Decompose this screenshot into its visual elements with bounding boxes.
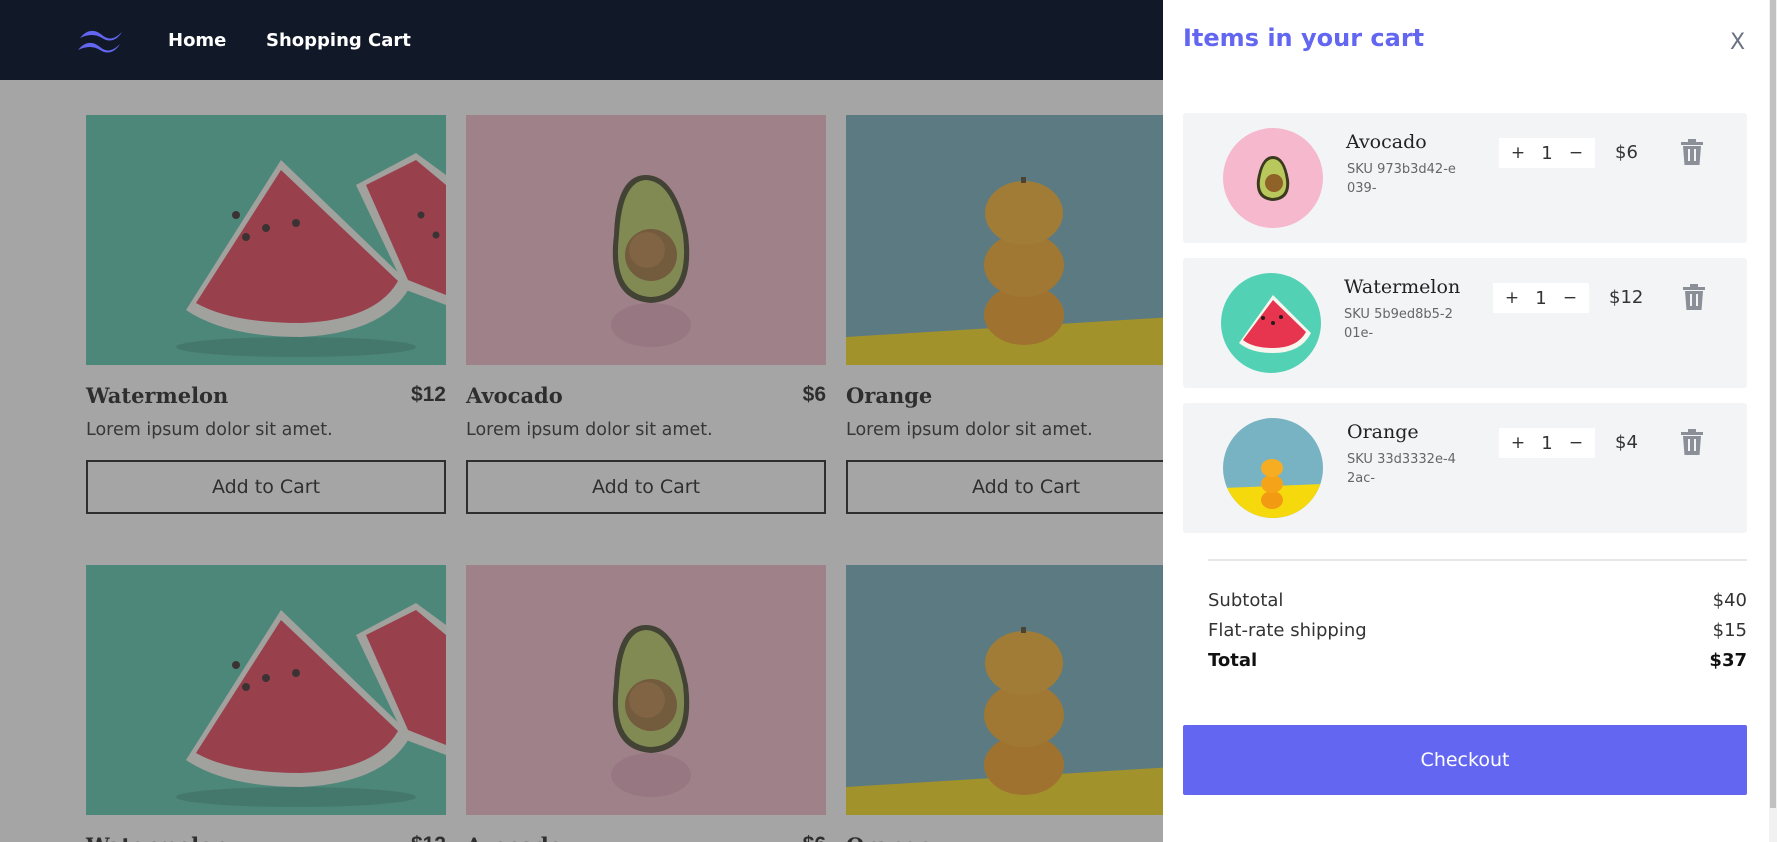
shipping-value: $15	[1712, 620, 1747, 641]
shipping-label: Flat-rate shipping	[1208, 620, 1367, 641]
checkout-button[interactable]: Checkout	[1183, 725, 1747, 795]
decrease-quantity-button[interactable]: −	[1567, 433, 1585, 453]
quantity-stepper: + 1 −	[1499, 428, 1595, 458]
modal-backdrop[interactable]	[0, 80, 1163, 842]
cart-item-sku: SKU 33d3332e-42ac-	[1347, 452, 1456, 486]
cart-item: Avocado SKU 973b3d42-e039- + 1 − $6	[1183, 113, 1747, 243]
summary-divider	[1208, 559, 1747, 561]
quantity-value[interactable]: 1	[1541, 143, 1552, 164]
quantity-stepper: + 1 −	[1499, 138, 1595, 168]
cart-item-name: Watermelon	[1344, 276, 1461, 298]
cart-item-sku: SKU 973b3d42-e039-	[1347, 162, 1456, 196]
increase-quantity-button[interactable]: +	[1503, 288, 1521, 308]
quantity-value[interactable]: 1	[1535, 288, 1546, 309]
avocado-thumbnail	[1223, 128, 1323, 228]
cart-item-sku: SKU 5b9ed8b5-201e-	[1344, 307, 1453, 341]
cart-item-price: $6	[1615, 142, 1638, 163]
decrease-quantity-button[interactable]: −	[1567, 143, 1585, 163]
watermelon-thumbnail	[1221, 273, 1321, 373]
close-icon[interactable]: X	[1730, 30, 1745, 55]
nav-home-link[interactable]: Home	[168, 30, 226, 51]
cart-item: Watermelon SKU 5b9ed8b5-201e- + 1 − $12	[1183, 258, 1747, 388]
quantity-value[interactable]: 1	[1541, 433, 1552, 454]
decrease-quantity-button[interactable]: −	[1561, 288, 1579, 308]
total-label: Total	[1208, 650, 1258, 671]
trash-icon[interactable]	[1680, 429, 1704, 455]
quantity-stepper: + 1 −	[1493, 283, 1589, 313]
nav-shopping-cart-link[interactable]: Shopping Cart	[266, 30, 411, 51]
total-value: $37	[1709, 650, 1747, 671]
subtotal-label: Subtotal	[1208, 590, 1284, 611]
scrollbar-thumb[interactable]	[1770, 0, 1776, 808]
increase-quantity-button[interactable]: +	[1509, 433, 1527, 453]
cart-item-name: Avocado	[1346, 131, 1427, 153]
cart-item-name: Orange	[1347, 421, 1419, 443]
trash-icon[interactable]	[1682, 284, 1706, 310]
cart-item: Orange SKU 33d3332e-42ac- + 1 − $4	[1183, 403, 1747, 533]
cart-item-price: $12	[1609, 287, 1644, 308]
cart-drawer: Items in your cart X Avocado SKU 973b3d4…	[1163, 0, 1777, 842]
trash-icon[interactable]	[1680, 139, 1704, 165]
increase-quantity-button[interactable]: +	[1509, 143, 1527, 163]
subtotal-value: $40	[1712, 590, 1747, 611]
orange-thumbnail	[1223, 418, 1323, 518]
cart-title: Items in your cart	[1183, 24, 1425, 52]
cart-item-price: $4	[1615, 432, 1638, 453]
logo-icon[interactable]	[76, 26, 124, 56]
